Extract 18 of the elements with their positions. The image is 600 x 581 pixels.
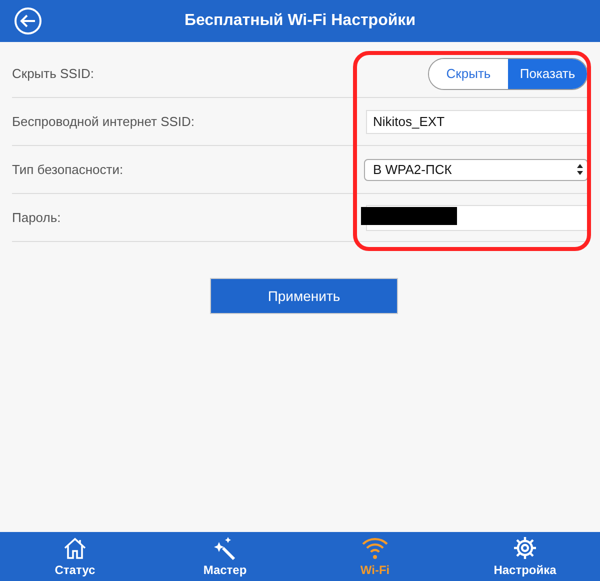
house-icon: [63, 536, 87, 560]
apply-button[interactable]: Применить: [210, 278, 398, 314]
toggle-option[interactable]: Показать: [508, 58, 587, 88]
magic-wand-icon: [213, 536, 237, 560]
wifi-icon: [362, 536, 388, 560]
setting-label: Скрыть SSID:: [12, 66, 95, 81]
setting-label: Беспроводной интернет SSID:: [12, 114, 196, 129]
gear-icon: [513, 536, 537, 560]
nav-tab[interactable]: Настройка: [450, 532, 600, 581]
setting-label: Тип безопасности:: [12, 162, 124, 177]
setting-label: Пароль:: [12, 210, 62, 225]
nav-tab[interactable]: Мастер: [150, 532, 300, 581]
updown-caret-icon: [577, 164, 583, 175]
security-type-dropdown[interactable]: В WPA2-ПСК: [364, 158, 588, 180]
nav-tab[interactable]: Статус: [0, 532, 150, 581]
toggle-option[interactable]: Скрыть: [429, 58, 508, 88]
ssid-input-field[interactable]: Nikitos_EXT: [366, 110, 588, 134]
page-title: Бесплатный Wi-Fi Настройки: [184, 12, 416, 30]
